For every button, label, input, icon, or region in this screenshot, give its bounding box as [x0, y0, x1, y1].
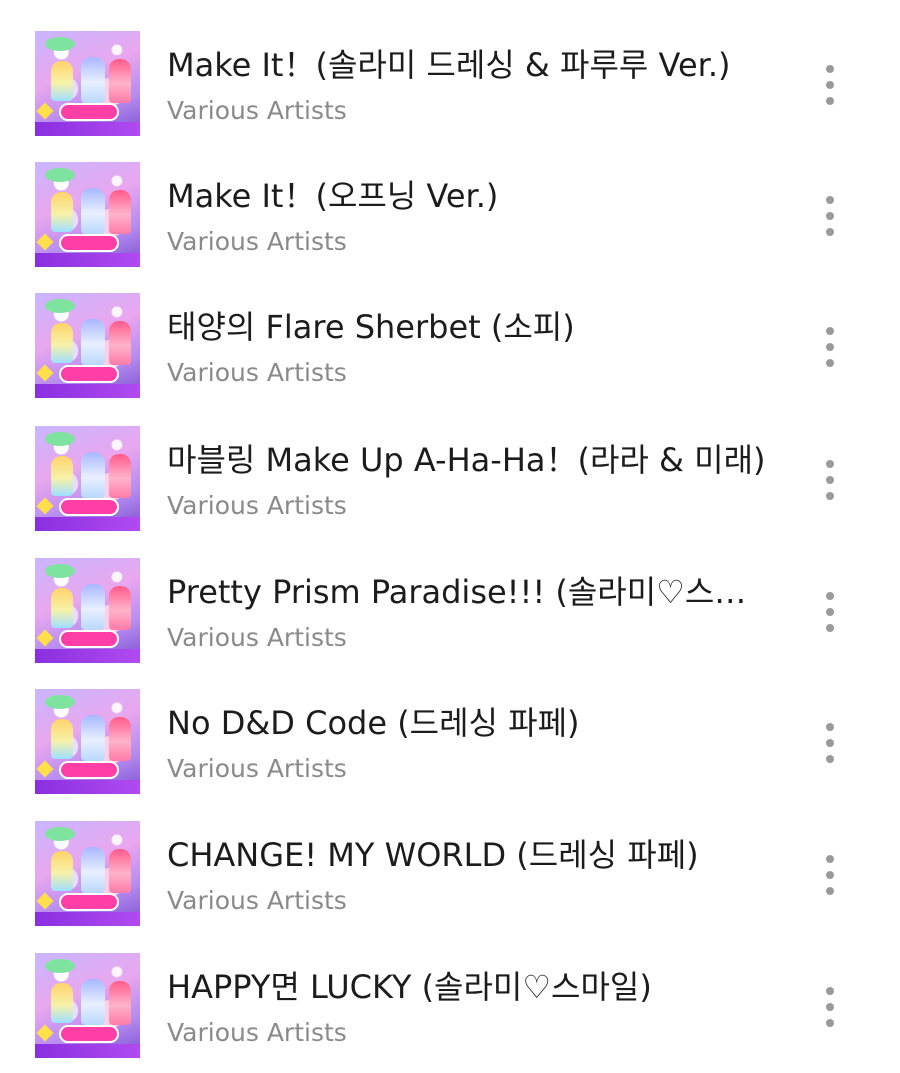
track-title: Pretty Prism Paradise!!! (솔라미♡스마…: [167, 573, 767, 611]
track-artist: Various Artists: [167, 96, 347, 125]
track-artist: Various Artists: [167, 358, 347, 387]
more-vertical-icon: [826, 65, 834, 105]
album-art: [35, 162, 140, 267]
album-art: [35, 689, 140, 794]
track-row[interactable]: No D&D Code (드레싱 파페) Various Artists: [0, 689, 900, 809]
track-title: Make It！(솔라미 드레싱 & 파루루 Ver.): [167, 46, 731, 84]
track-artist: Various Artists: [167, 886, 347, 915]
more-options-button[interactable]: [810, 851, 850, 899]
more-vertical-icon: [826, 855, 834, 895]
track-title: 마블링 Make Up A-Ha-Ha！(라라 & 미래): [167, 441, 766, 479]
album-art: [35, 31, 140, 136]
more-options-button[interactable]: [810, 61, 850, 109]
track-list: Make It！(솔라미 드레싱 & 파루루 Ver.) Various Art…: [0, 0, 900, 1058]
track-artist: Various Artists: [167, 227, 347, 256]
track-artist: Various Artists: [167, 1018, 347, 1047]
album-art: [35, 558, 140, 663]
more-vertical-icon: [826, 592, 834, 632]
track-artist: Various Artists: [167, 623, 347, 652]
track-title: Make It！(오프닝 Ver.): [167, 177, 499, 215]
more-options-button[interactable]: [810, 456, 850, 504]
more-vertical-icon: [826, 987, 834, 1027]
track-title: 태양의 Flare Sherbet (소피): [167, 308, 575, 346]
more-vertical-icon: [826, 196, 834, 236]
album-art: [35, 426, 140, 531]
track-title: CHANGE! MY WORLD (드레싱 파페): [167, 836, 699, 874]
track-row[interactable]: CHANGE! MY WORLD (드레싱 파페) Various Artist…: [0, 821, 900, 941]
track-row[interactable]: Make It！(솔라미 드레싱 & 파루루 Ver.) Various Art…: [0, 31, 900, 151]
more-options-button[interactable]: [810, 323, 850, 371]
more-vertical-icon: [826, 327, 834, 367]
album-art: [35, 953, 140, 1058]
track-artist: Various Artists: [167, 491, 347, 520]
more-options-button[interactable]: [810, 192, 850, 240]
more-vertical-icon: [826, 460, 834, 500]
track-row[interactable]: 태양의 Flare Sherbet (소피) Various Artists: [0, 293, 900, 413]
track-title: HAPPY면 LUCKY (솔라미♡스마일): [167, 968, 652, 1006]
track-title: No D&D Code (드레싱 파페): [167, 704, 580, 742]
more-options-button[interactable]: [810, 719, 850, 767]
track-row[interactable]: 마블링 Make Up A-Ha-Ha！(라라 & 미래) Various Ar…: [0, 426, 900, 546]
album-art: [35, 821, 140, 926]
track-row[interactable]: HAPPY면 LUCKY (솔라미♡스마일) Various Artists: [0, 953, 900, 1073]
more-vertical-icon: [826, 723, 834, 763]
track-artist: Various Artists: [167, 754, 347, 783]
track-row[interactable]: Make It！(오프닝 Ver.) Various Artists: [0, 162, 900, 282]
album-art: [35, 293, 140, 398]
more-options-button[interactable]: [810, 588, 850, 636]
track-row[interactable]: Pretty Prism Paradise!!! (솔라미♡스마… Variou…: [0, 558, 900, 678]
more-options-button[interactable]: [810, 983, 850, 1031]
